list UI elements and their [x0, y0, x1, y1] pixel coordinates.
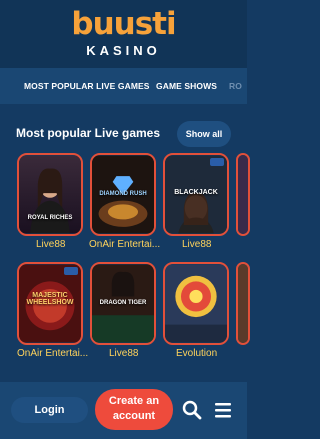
section-title: Most popular Live games [16, 126, 161, 140]
game-provider: Evolution [176, 348, 218, 359]
game-card-majestic-wheelshow[interactable]: MAJESTIC WHEELSHOW [17, 262, 83, 345]
game-caption: MAJESTIC WHEELSHOW [26, 292, 74, 306]
create-account-line1: Create an [108, 395, 160, 407]
game-card-blackjack[interactable]: BLACKJACK [163, 153, 229, 236]
logo-subtitle: KASINO [86, 43, 161, 58]
game-provider: OnAir Entertai... [89, 239, 161, 250]
game-thumbnail [19, 155, 81, 234]
live-tag-icon [64, 267, 78, 275]
live-tag-icon [210, 158, 224, 166]
menu-icon[interactable] [211, 398, 235, 422]
search-icon[interactable] [180, 398, 204, 422]
game-card-evolution[interactable] [163, 262, 229, 345]
game-card-partial[interactable] [236, 262, 250, 345]
tab-roulette[interactable]: RO [229, 68, 242, 104]
game-card-diamond-rush[interactable]: DIAMOND RUSH [90, 153, 156, 236]
tab-game-shows[interactable]: GAME SHOWS [156, 68, 217, 104]
game-caption: BLACKJACK [174, 189, 218, 196]
header: buusti KASINO [0, 0, 247, 68]
game-card-partial[interactable] [236, 153, 250, 236]
create-account-button[interactable]: Create an account [95, 389, 173, 430]
game-card-dragon-tiger[interactable]: DRAGON TIGER [90, 262, 156, 345]
show-all-button[interactable]: Show all [177, 121, 231, 147]
game-caption: DIAMOND RUSH [99, 191, 147, 197]
game-caption: DRAGON TIGER [99, 300, 147, 306]
create-account-line2: account [112, 410, 156, 422]
game-provider: OnAir Entertai... [17, 348, 89, 359]
game-caption: ROYAL RICHES [27, 215, 73, 221]
tab-most-popular-live-games[interactable]: MOST POPULAR LIVE GAMES [24, 68, 150, 104]
logo[interactable]: buusti [0, 6, 247, 42]
game-thumbnail [165, 264, 227, 343]
game-thumbnail [238, 155, 248, 234]
game-provider: Live88 [36, 239, 66, 250]
game-provider: Live88 [109, 348, 139, 359]
category-bar: MOST POPULAR LIVE GAMES GAME SHOWS RO [0, 68, 247, 104]
login-button[interactable]: Login [11, 397, 88, 423]
game-card-royal-riches[interactable]: ROYAL RICHES [17, 153, 83, 236]
game-thumbnail [238, 264, 248, 343]
game-provider: Live88 [182, 239, 212, 250]
